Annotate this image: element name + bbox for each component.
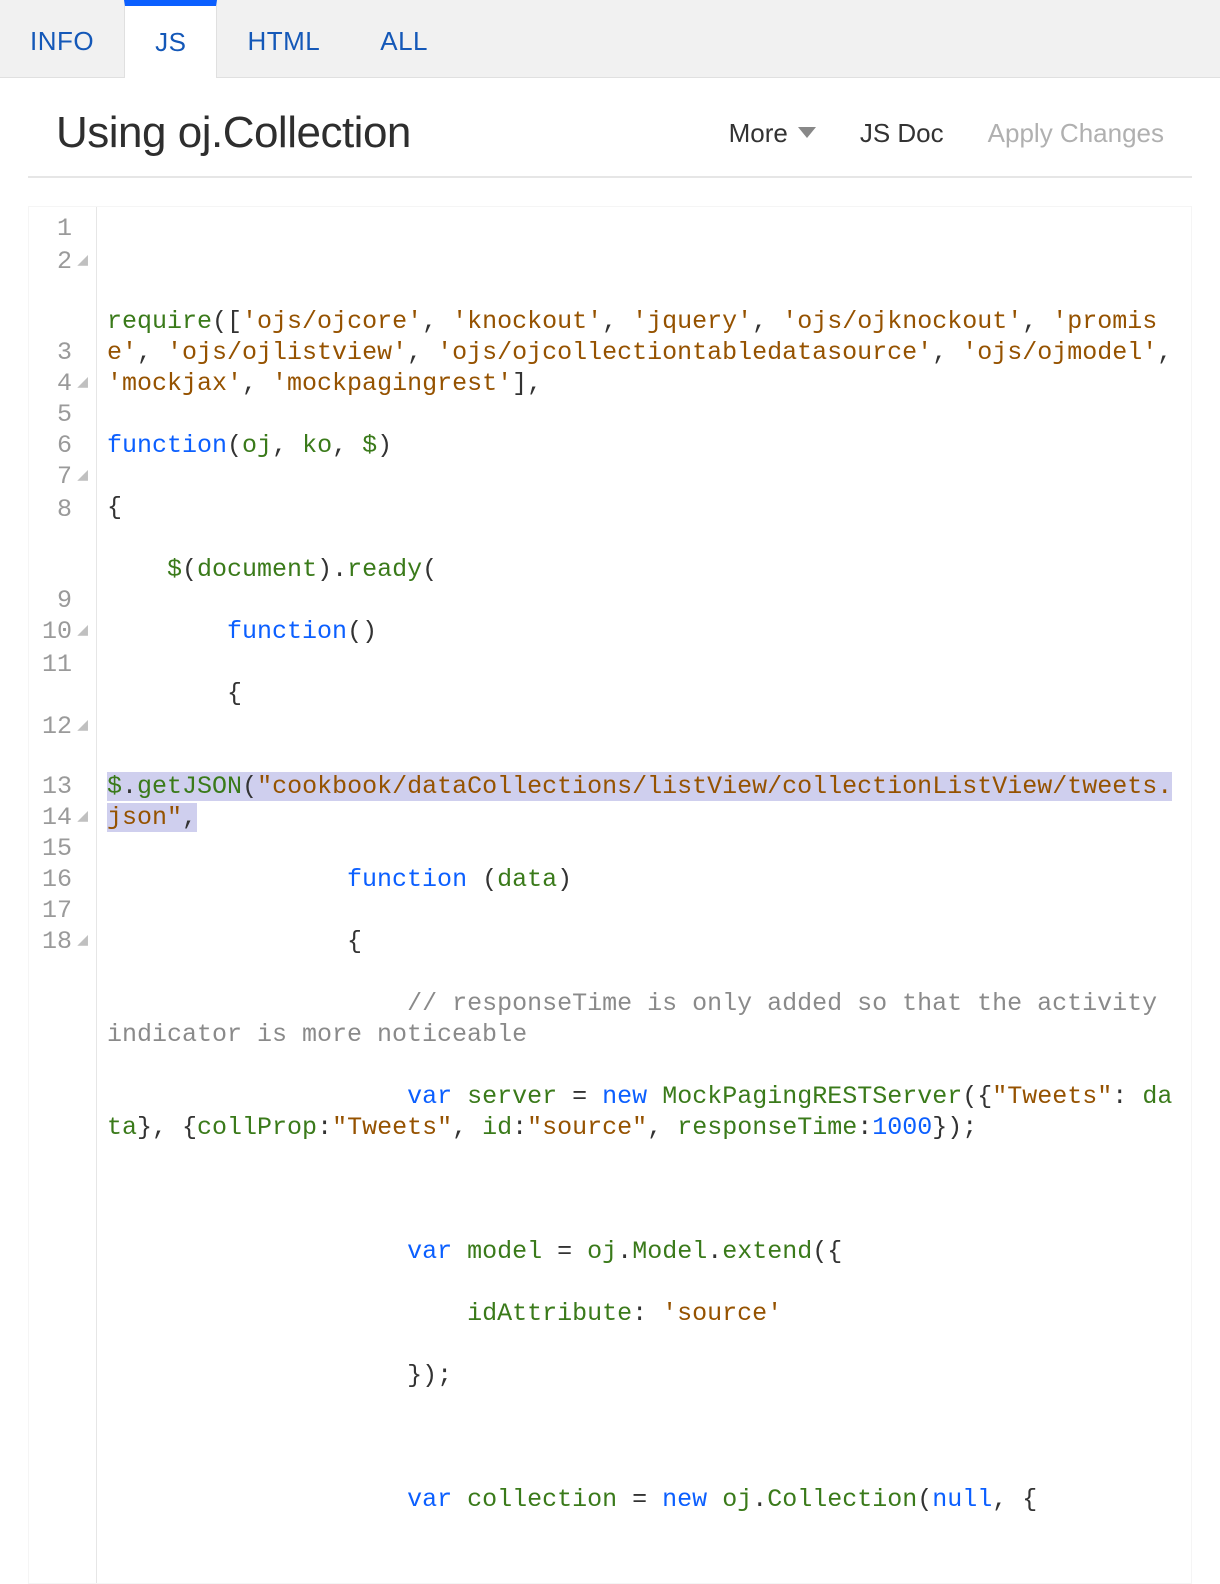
- tab-js[interactable]: JS: [124, 0, 217, 78]
- code-line: // responseTime is only added so that th…: [107, 988, 1183, 1050]
- code-editor[interactable]: 1 2◢ 3 4◢ 5 6 7◢ 8 9 10◢ 11 12◢ 13 14◢ 1…: [28, 206, 1192, 1584]
- code-line: function(): [107, 616, 1183, 647]
- fold-icon[interactable]: ◢: [76, 802, 88, 833]
- line-number: 2: [57, 246, 72, 277]
- more-label: More: [729, 118, 788, 149]
- code-line: $.getJSON("cookbook/dataCollections/list…: [107, 740, 1183, 833]
- line-number: 10: [42, 616, 72, 647]
- fold-icon[interactable]: ◢: [76, 461, 88, 492]
- line-number: 11: [42, 649, 72, 680]
- fold-icon[interactable]: ◢: [76, 246, 88, 277]
- fold-icon[interactable]: ◢: [76, 711, 88, 742]
- tab-all[interactable]: ALL: [350, 0, 458, 77]
- header-actions: More JS Doc Apply Changes: [729, 118, 1164, 149]
- code-line: [107, 1422, 1183, 1453]
- line-number: 4: [57, 368, 72, 399]
- code-line: function(oj, ko, $): [107, 430, 1183, 461]
- line-number: 13: [42, 771, 72, 802]
- header-row: Using oj.Collection More JS Doc Apply Ch…: [28, 78, 1192, 178]
- code-line: {: [107, 926, 1183, 957]
- line-number: 3: [57, 337, 72, 368]
- line-number: 12: [42, 711, 72, 742]
- fold-icon[interactable]: ◢: [76, 368, 88, 399]
- line-number: 16: [42, 864, 72, 895]
- code-line: var collection = new oj.Collection(null,…: [107, 1484, 1183, 1515]
- line-number: 7: [57, 461, 72, 492]
- tab-html[interactable]: HTML: [217, 0, 350, 77]
- code-line: });: [107, 1360, 1183, 1391]
- code-line: var model = oj.Model.extend({: [107, 1236, 1183, 1267]
- code-line: [107, 1174, 1183, 1205]
- tab-bar: INFO JS HTML ALL: [0, 0, 1220, 78]
- line-number: 9: [57, 585, 72, 616]
- line-number: 8: [57, 494, 72, 525]
- fold-icon[interactable]: ◢: [76, 926, 88, 957]
- code-line: {: [107, 492, 1183, 523]
- code-area[interactable]: require(['ojs/ojcore', 'knockout', 'jque…: [97, 207, 1191, 1583]
- code-line: $(document).ready(: [107, 554, 1183, 585]
- line-number: 15: [42, 833, 72, 864]
- line-number: 17: [42, 895, 72, 926]
- page-title: Using oj.Collection: [56, 108, 411, 158]
- apply-changes-button: Apply Changes: [988, 118, 1164, 149]
- code-line: {: [107, 678, 1183, 709]
- fold-icon[interactable]: ◢: [76, 616, 88, 647]
- code-line: function (data): [107, 864, 1183, 895]
- code-line: [107, 244, 1183, 275]
- jsdoc-link[interactable]: JS Doc: [860, 118, 944, 149]
- more-dropdown[interactable]: More: [729, 118, 816, 149]
- line-number: 5: [57, 399, 72, 430]
- code-line: idAttribute: 'source': [107, 1298, 1183, 1329]
- line-number: 6: [57, 430, 72, 461]
- chevron-down-icon: [798, 127, 816, 139]
- line-number: 1: [57, 213, 72, 244]
- tab-info[interactable]: INFO: [0, 0, 124, 77]
- code-line: var server = new MockPagingRESTServer({"…: [107, 1081, 1183, 1143]
- line-number: 18: [42, 926, 72, 957]
- line-number: 14: [42, 802, 72, 833]
- gutter: 1 2◢ 3 4◢ 5 6 7◢ 8 9 10◢ 11 12◢ 13 14◢ 1…: [29, 207, 97, 1583]
- code-line: require(['ojs/ojcore', 'knockout', 'jque…: [107, 306, 1183, 399]
